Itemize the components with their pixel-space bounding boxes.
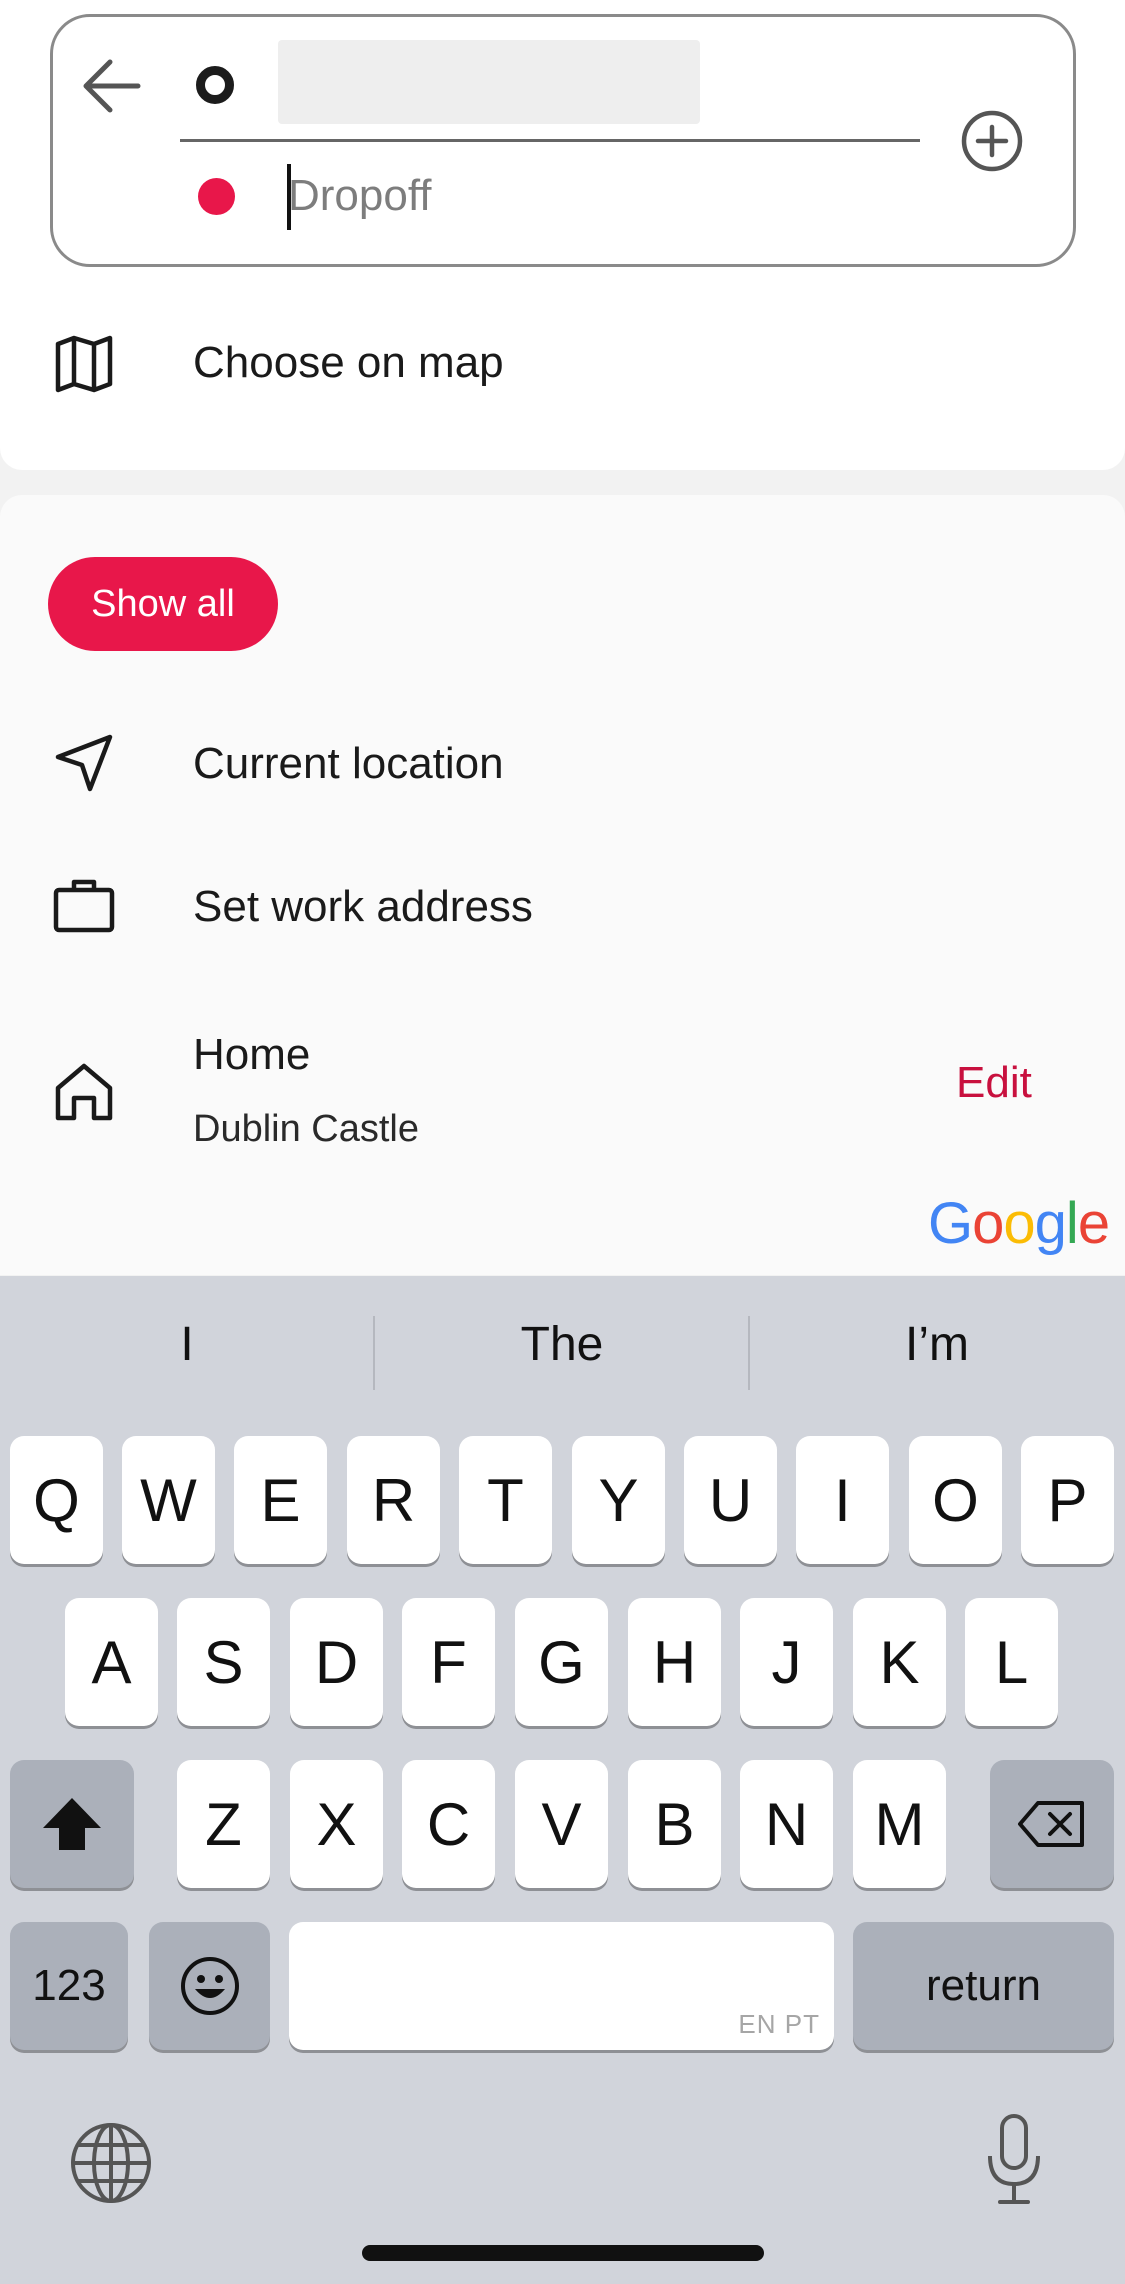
backspace-icon — [1018, 1801, 1084, 1847]
key-c[interactable]: C — [402, 1760, 495, 1888]
suggestion-3[interactable]: I’m — [750, 1296, 1124, 1392]
key-p[interactable]: P — [1021, 1436, 1114, 1564]
choose-on-map-row[interactable]: Choose on map — [0, 310, 1125, 420]
key-i[interactable]: I — [796, 1436, 889, 1564]
back-button[interactable] — [80, 56, 146, 116]
dropoff-input[interactable] — [288, 160, 888, 232]
key-o[interactable]: O — [909, 1436, 1002, 1564]
key-z[interactable]: Z — [177, 1760, 270, 1888]
globe-key[interactable] — [68, 2120, 154, 2206]
edit-home-link[interactable]: Edit — [956, 1058, 1032, 1108]
home-indicator — [362, 2245, 764, 2261]
space-language-hint: EN PT — [738, 2009, 820, 2039]
pickup-field[interactable] — [278, 40, 700, 124]
return-key[interactable]: return — [853, 1922, 1114, 2050]
emoji-smiley-icon — [180, 1957, 239, 2015]
shift-arrow-icon — [43, 1798, 101, 1850]
map-icon — [55, 335, 113, 393]
pickup-dot-icon — [196, 66, 234, 104]
home-icon — [55, 1063, 113, 1121]
key-f[interactable]: F — [402, 1598, 495, 1726]
key-d[interactable]: D — [290, 1598, 383, 1726]
list-item-label: Set work address — [193, 882, 533, 931]
microphone-icon — [988, 2114, 1040, 2204]
list-item-sublabel: Dublin Castle — [193, 1108, 419, 1150]
space-key[interactable]: EN PT — [289, 1922, 834, 2050]
plus-circle-icon — [961, 110, 1023, 172]
suggestion-2[interactable]: The — [375, 1296, 749, 1392]
key-g[interactable]: G — [515, 1598, 608, 1726]
choose-on-map-label: Choose on map — [193, 338, 504, 387]
numbers-key[interactable]: 123 — [10, 1922, 128, 2050]
navigation-arrow-icon — [55, 734, 113, 792]
key-n[interactable]: N — [740, 1760, 833, 1888]
list-item-label: Home — [193, 1030, 311, 1079]
shift-key[interactable] — [10, 1760, 134, 1888]
key-h[interactable]: H — [628, 1598, 721, 1726]
key-w[interactable]: W — [122, 1436, 215, 1564]
text-caret — [287, 164, 291, 230]
key-x[interactable]: X — [290, 1760, 383, 1888]
add-stop-button[interactable] — [961, 110, 1023, 172]
key-y[interactable]: Y — [572, 1436, 665, 1564]
show-all-button[interactable]: Show all — [48, 557, 278, 651]
key-v[interactable]: V — [515, 1760, 608, 1888]
key-l[interactable]: L — [965, 1598, 1058, 1726]
globe-icon — [71, 2123, 151, 2203]
key-e[interactable]: E — [234, 1436, 327, 1564]
key-s[interactable]: S — [177, 1598, 270, 1726]
key-q[interactable]: Q — [10, 1436, 103, 1564]
delete-key[interactable] — [990, 1760, 1114, 1888]
suggestion-1[interactable]: I — [0, 1296, 374, 1392]
list-item-label: Current location — [193, 739, 504, 788]
list-item-work-address[interactable]: Set work address — [0, 858, 1125, 958]
dictation-key[interactable] — [984, 2112, 1044, 2208]
key-m[interactable]: M — [853, 1760, 946, 1888]
field-divider — [180, 139, 920, 142]
key-j[interactable]: J — [740, 1598, 833, 1726]
key-r[interactable]: R — [347, 1436, 440, 1564]
key-t[interactable]: T — [459, 1436, 552, 1564]
arrow-left-icon — [83, 59, 141, 113]
key-b[interactable]: B — [628, 1760, 721, 1888]
list-item-current-location[interactable]: Current location — [0, 715, 1125, 815]
emoji-key[interactable] — [149, 1922, 270, 2050]
key-k[interactable]: K — [853, 1598, 946, 1726]
dropoff-dot-icon — [198, 178, 235, 215]
google-logo: Google — [928, 1191, 1110, 1256]
key-a[interactable]: A — [65, 1598, 158, 1726]
briefcase-icon — [53, 879, 115, 933]
key-u[interactable]: U — [684, 1436, 777, 1564]
